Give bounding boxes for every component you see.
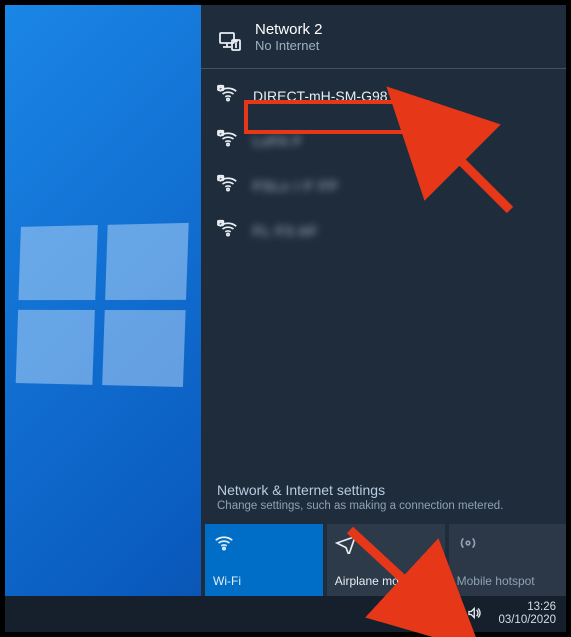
airplane-tile-label: Airplane mode <box>335 574 437 588</box>
wifi-tile-icon <box>213 532 315 557</box>
tray-volume-icon[interactable] <box>466 604 484 625</box>
windows-logo-decor <box>16 223 189 387</box>
network-item[interactable]: FL F3 AF <box>201 208 566 253</box>
current-network-header[interactable]: Network 2 No Internet <box>201 5 566 69</box>
wifi-secured-icon <box>217 128 239 153</box>
quick-action-tiles: Wi-Fi Airplane mode Mobile hotspot <box>201 520 566 600</box>
airplane-icon <box>335 532 437 557</box>
annotation-highlight-ssid <box>244 100 429 134</box>
settings-link-title: Network & Internet settings <box>217 482 550 498</box>
network-ssid: FL F3 AF <box>253 223 318 239</box>
tray-clock[interactable]: 13:26 03/10/2020 <box>498 601 556 627</box>
wifi-secured-icon <box>217 173 239 198</box>
wifi-tile[interactable]: Wi-Fi <box>205 524 323 596</box>
network-flyout: Network 2 No Internet DIRECT-mH-SM-G981B… <box>201 5 566 600</box>
network-ssid: LxFA F <box>253 133 303 149</box>
network-item[interactable]: FSLx I F FP <box>201 163 566 208</box>
wifi-secured-icon <box>217 83 239 108</box>
wifi-tile-label: Wi-Fi <box>213 574 315 588</box>
network-internet-settings-link[interactable]: Network & Internet settings Change setti… <box>201 470 566 520</box>
tray-time: 13:26 <box>498 601 556 614</box>
mobile-hotspot-tile[interactable]: Mobile hotspot <box>449 524 567 596</box>
current-network-name: Network 2 <box>255 21 323 38</box>
wifi-secured-icon <box>217 218 239 243</box>
annotation-highlight-tray-network <box>413 598 439 628</box>
taskbar: 13:26 03/10/2020 <box>5 596 566 632</box>
current-network-status: No Internet <box>255 38 323 53</box>
settings-link-subtitle: Change settings, such as making a connec… <box>217 500 550 512</box>
airplane-mode-tile[interactable]: Airplane mode <box>327 524 445 596</box>
hotspot-tile-label: Mobile hotspot <box>457 574 559 588</box>
tray-date: 03/10/2020 <box>498 614 556 627</box>
network-ssid: FSLx I F FP <box>253 178 339 194</box>
tray-chevron-up-icon[interactable] <box>376 606 390 623</box>
hotspot-icon <box>457 532 559 557</box>
ethernet-no-internet-icon <box>217 25 241 58</box>
